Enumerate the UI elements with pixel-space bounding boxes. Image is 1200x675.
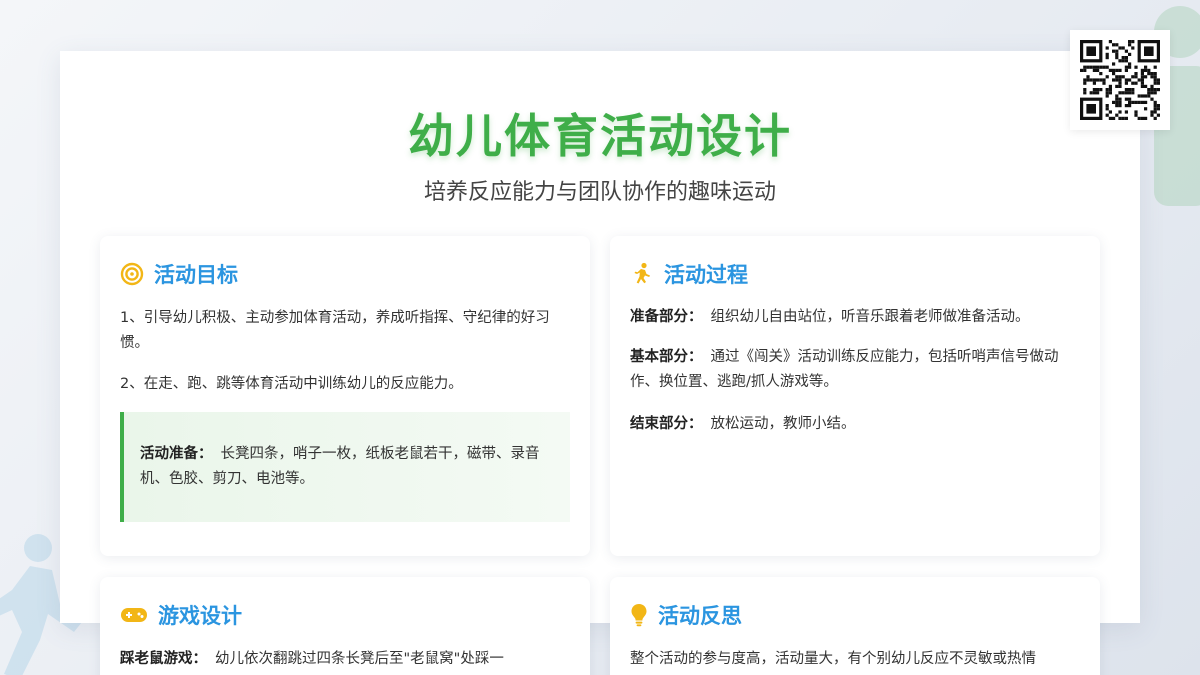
step-text: 放松运动，教师小结。 bbox=[710, 416, 856, 432]
card-activity-process: 活动过程 准备部分： 组织幼儿自由站位，听音乐跟着老师做准备活动。 基本部分： 通过… bbox=[610, 236, 1100, 556]
card-header: 游戏设计 bbox=[120, 601, 242, 629]
page-subtitle: 培养反应能力与团队协作的趣味运动 bbox=[423, 180, 776, 205]
card-activity-goals: 活动目标 1、引导幼儿积极、主动参加体育活动，养成听指挥、守纪律的好习惯。 2、… bbox=[100, 236, 590, 556]
card-header: 活动过程 bbox=[630, 260, 748, 288]
step-text: 组织幼儿自由站位，听音乐跟着老师做准备活动。 bbox=[710, 309, 1030, 325]
game-label: 踩老鼠游戏： bbox=[120, 651, 207, 667]
gamepad-icon bbox=[120, 603, 148, 627]
step-label: 结束部分： bbox=[630, 416, 703, 432]
card-title: 活动目标 bbox=[154, 263, 238, 287]
preparation-label: 活动准备： bbox=[140, 446, 213, 462]
card-title: 活动过程 bbox=[664, 263, 748, 287]
card-title: 游戏设计 bbox=[158, 604, 242, 628]
card-header: 活动目标 bbox=[120, 260, 238, 288]
step-label: 基本部分： bbox=[630, 349, 703, 365]
lightbulb-icon bbox=[630, 603, 648, 627]
page-title: 幼儿体育活动设计 bbox=[408, 109, 792, 163]
runner-icon bbox=[630, 262, 654, 286]
reflection-text: 整个活动的参与度高，活动量大，有个别幼儿反应不灵敏或热情 bbox=[630, 651, 1036, 667]
process-step: 基本部分： 通过《闯关》活动训练反应能力，包括听哨声信号做动作、换位置、逃跑/抓人… bbox=[630, 345, 1080, 395]
card-game-design: 游戏设计 踩老鼠游戏： 幼儿依次翻跳过四条长凳后至"老鼠窝"处踩一 bbox=[100, 577, 590, 675]
step-label: 准备部分： bbox=[630, 309, 703, 325]
process-step: 准备部分： 组织幼儿自由站位，听音乐跟着老师做准备活动。 bbox=[630, 305, 1080, 330]
goal-item: 2、在走、跑、跳等体育活动中训练幼儿的反应能力。 bbox=[120, 376, 463, 392]
goal-item: 1、引导幼儿积极、主动参加体育活动，养成听指挥、守纪律的好习惯。 bbox=[120, 310, 550, 351]
game-text: 幼儿依次翻跳过四条长凳后至"老鼠窝"处踩一 bbox=[215, 651, 504, 667]
card-activity-reflection: 活动反思 整个活动的参与度高，活动量大，有个别幼儿反应不灵敏或热情 bbox=[610, 577, 1100, 675]
target-icon bbox=[120, 262, 144, 286]
preparation-box: 活动准备： 长凳四条，哨子一枚，纸板老鼠若干，磁带、录音机、色胶、剪刀、电池等。 bbox=[120, 412, 570, 522]
card-title: 活动反思 bbox=[658, 604, 742, 628]
card-header: 活动反思 bbox=[630, 601, 742, 629]
game-description: 踩老鼠游戏： 幼儿依次翻跳过四条长凳后至"老鼠窝"处踩一 bbox=[120, 647, 570, 672]
process-step: 结束部分： 放松运动，教师小结。 bbox=[630, 412, 1080, 437]
